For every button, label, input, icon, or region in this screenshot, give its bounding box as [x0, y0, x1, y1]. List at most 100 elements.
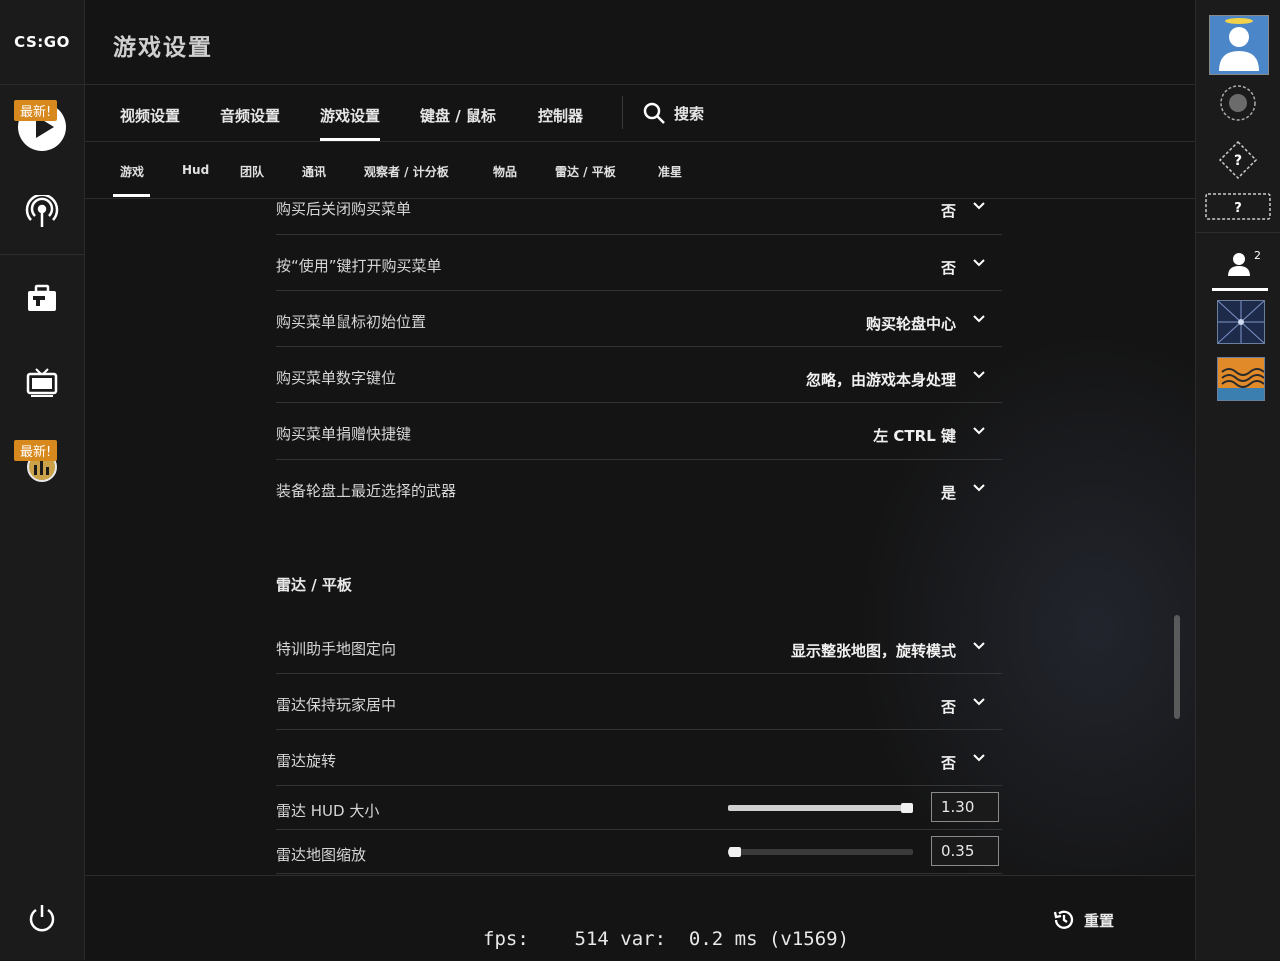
setting-row[interactable]: 购买菜单数字键位 忽略，由游戏本身处理 — [276, 346, 1002, 403]
setting-label: 特训助手地图定向 — [276, 640, 397, 658]
radar-map-zoom-slider[interactable] — [728, 847, 913, 857]
setting-value: 否 — [940, 754, 956, 772]
play-button[interactable] — [0, 85, 84, 169]
operation-button[interactable] — [0, 425, 84, 509]
player-avatar[interactable] — [1209, 15, 1269, 75]
setting-row[interactable]: 特训助手地图定向 显示整张地图，旋转模式 — [276, 617, 1002, 674]
briefcase-icon — [28, 284, 56, 311]
avatar-burst-icon — [1218, 301, 1264, 343]
setting-label: 雷达 HUD 大小 — [276, 802, 380, 820]
sidebar-divider — [0, 254, 84, 255]
setting-label: 购买菜单鼠标初始位置 — [276, 313, 427, 331]
setting-value: 购买轮盘中心 — [865, 315, 956, 333]
left-sidebar: CS:GO 最新! 最新! — [0, 0, 85, 960]
tab-video[interactable]: 视频设置 — [120, 105, 180, 126]
friend-avatar-1[interactable] — [1217, 300, 1265, 344]
subtab-items[interactable]: 物品 — [493, 163, 517, 180]
search-icon — [643, 102, 665, 124]
new-badge-play: 最新! — [14, 100, 58, 121]
search-button[interactable]: 搜索 — [642, 101, 704, 125]
setting-label: 按“使用”键打开购买菜单 — [276, 257, 442, 275]
tab-audio[interactable]: 音频设置 — [220, 105, 280, 126]
radar-map-zoom-input[interactable]: 0.35 — [931, 836, 999, 866]
reset-button[interactable]: 重置 — [1052, 908, 1114, 932]
chevron-down-icon[interactable] — [972, 481, 986, 495]
watch-button[interactable] — [0, 340, 84, 424]
chevron-down-icon[interactable] — [972, 199, 986, 213]
setting-value: 否 — [940, 698, 956, 716]
settings-content: 购买后关闭购买菜单 否 按“使用”键打开购买菜单 否 购买菜单鼠标初始位置 购买… — [85, 199, 1195, 875]
setting-label: 购买后关闭购买菜单 — [276, 200, 412, 218]
watch-broadcast-button[interactable] — [0, 170, 84, 254]
subtab-crosshair[interactable]: 准星 — [658, 163, 682, 180]
subtab-communication[interactable]: 通讯 — [302, 163, 326, 180]
unknown-slot[interactable]: ? — [1205, 193, 1271, 220]
setting-value: 左 CTRL 键 — [873, 427, 956, 445]
avatar-icon — [1211, 17, 1267, 73]
setting-label: 购买菜单数字键位 — [276, 369, 397, 387]
page-title: 游戏设置 — [113, 35, 213, 61]
subtab-spectator-scoreboard[interactable]: 观察者 / 计分板 — [364, 163, 449, 180]
subtab-radar-tablet[interactable]: 雷达 / 平板 — [555, 163, 616, 180]
setting-value: 否 — [940, 202, 956, 220]
rank-emblem-icon — [1220, 85, 1256, 121]
inventory-button[interactable] — [0, 256, 84, 340]
slider-fill — [728, 805, 909, 811]
setting-row[interactable]: 按“使用”键打开购买菜单 否 — [276, 234, 1002, 291]
setting-row[interactable]: 雷达保持玩家居中 否 — [276, 673, 1002, 730]
broadcast-icon — [25, 195, 59, 227]
reset-label: 重置 — [1084, 911, 1115, 930]
avatar-waves-icon — [1218, 358, 1264, 400]
setting-row[interactable]: 装备轮盘上最近选择的武器 是 — [276, 459, 1002, 515]
settings-tabs: 视频设置 音频设置 游戏设置 键盘 / 鼠标 控制器 搜索 — [85, 85, 1195, 142]
setting-value: 忽略，由游戏本身处理 — [805, 371, 956, 389]
setting-row[interactable]: 购买菜单鼠标初始位置 购买轮盘中心 — [276, 290, 1002, 347]
setting-label: 雷达地图缩放 — [276, 846, 367, 864]
setting-label: 雷达旋转 — [276, 752, 337, 770]
header: 游戏设置 — [85, 0, 1195, 85]
chevron-down-icon[interactable] — [972, 368, 986, 382]
slider-handle[interactable] — [901, 803, 913, 813]
tab-divider — [622, 96, 623, 129]
question-box-icon: ? — [1205, 193, 1271, 220]
chevron-down-icon[interactable] — [972, 751, 986, 765]
history-reset-icon — [1053, 910, 1074, 929]
quit-button[interactable] — [0, 876, 84, 960]
setting-row[interactable]: 雷达旋转 否 — [276, 729, 1002, 786]
chevron-down-icon[interactable] — [972, 256, 986, 270]
setting-row[interactable]: 购买后关闭购买菜单 否 — [276, 199, 1002, 235]
setting-value: 否 — [940, 259, 956, 277]
search-label: 搜索 — [674, 104, 705, 123]
setting-label: 购买菜单捐赠快捷键 — [276, 425, 412, 443]
power-icon — [29, 905, 55, 932]
logo-text: CS:GO — [14, 33, 70, 51]
subtab-game[interactable]: 游戏 — [112, 163, 151, 197]
fps-counter: fps: 514 var: 0.2 ms (v1569) — [483, 928, 850, 950]
chevron-down-icon[interactable] — [972, 424, 986, 438]
slider-row: 雷达 HUD 大小 1.30 — [276, 785, 1002, 830]
footer: fps: 514 var: 0.2 ms (v1569) 重置 — [85, 875, 1195, 961]
subtab-hud[interactable]: Hud — [182, 163, 209, 177]
radar-hud-size-slider[interactable] — [728, 803, 913, 813]
unknown-rank-slot[interactable]: ? — [1218, 140, 1258, 180]
tab-keyboard-mouse[interactable]: 键盘 / 鼠标 — [420, 105, 496, 126]
chevron-down-icon[interactable] — [972, 695, 986, 709]
radar-hud-size-input[interactable]: 1.30 — [931, 792, 999, 822]
right-sidebar: ? ? 2 — [1195, 0, 1280, 960]
right-divider — [1196, 232, 1280, 233]
rank-badge[interactable] — [1219, 84, 1257, 122]
csgo-logo[interactable]: CS:GO — [0, 0, 84, 85]
svg-text:?: ? — [1234, 153, 1242, 169]
friends-button[interactable]: 2 — [1212, 246, 1268, 282]
setting-row[interactable]: 购买菜单捐赠快捷键 左 CTRL 键 — [276, 402, 1002, 460]
friend-avatar-2[interactable] — [1217, 357, 1265, 401]
slider-handle[interactable] — [729, 847, 741, 857]
game-subtabs: 游戏 Hud 团队 通讯 观察者 / 计分板 物品 雷达 / 平板 准星 — [85, 142, 1195, 199]
scrollbar[interactable] — [1174, 615, 1180, 719]
subtab-team[interactable]: 团队 — [240, 163, 264, 180]
question-diamond-icon: ? — [1218, 140, 1258, 180]
chevron-down-icon[interactable] — [972, 639, 986, 653]
chevron-down-icon[interactable] — [972, 312, 986, 326]
tab-controller[interactable]: 控制器 — [538, 105, 583, 126]
tab-game[interactable]: 游戏设置 — [320, 105, 381, 141]
